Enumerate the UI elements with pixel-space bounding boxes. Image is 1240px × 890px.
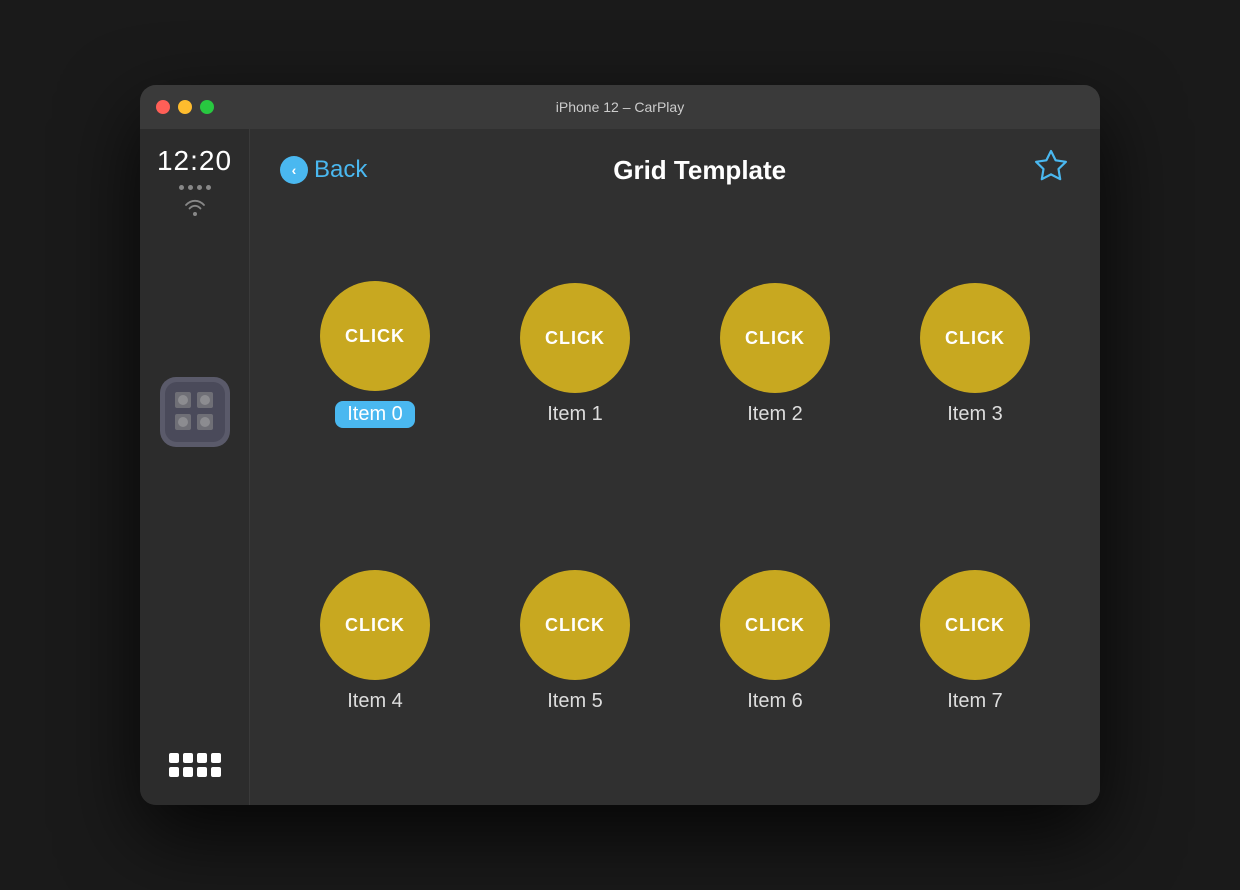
- grid-item-0[interactable]: CLICK Item 0: [280, 221, 470, 488]
- traffic-lights: [156, 100, 214, 114]
- back-chevron-icon: ‹: [280, 156, 308, 184]
- home-grid-icon[interactable]: [169, 753, 221, 789]
- signal-dot-2: [188, 185, 193, 190]
- signal-dots: [179, 185, 211, 190]
- item-label-5: Item 5: [547, 690, 603, 713]
- header: ‹ Back Grid Template: [280, 149, 1070, 191]
- window-body: 12:20: [140, 129, 1100, 805]
- click-label-7: CLICK: [945, 615, 1005, 636]
- sidebar-status-icons: [179, 185, 211, 216]
- item-label-1: Item 1: [547, 403, 603, 426]
- sidebar-time: 12:20: [157, 145, 232, 177]
- item-label-2: Item 2: [747, 403, 803, 426]
- click-label-6: CLICK: [745, 615, 805, 636]
- minimize-button[interactable]: [178, 100, 192, 114]
- click-circle-7[interactable]: CLICK: [920, 570, 1030, 680]
- click-label-5: CLICK: [545, 615, 605, 636]
- click-label-4: CLICK: [345, 615, 405, 636]
- titlebar: iPhone 12 – CarPlay: [140, 85, 1100, 129]
- item-label-7: Item 7: [947, 690, 1003, 713]
- item-label-4: Item 4: [347, 690, 403, 713]
- grid-dot: [169, 767, 179, 777]
- window-title: iPhone 12 – CarPlay: [556, 99, 684, 115]
- signal-dot-1: [179, 185, 184, 190]
- grid-dot: [197, 753, 207, 763]
- grid-dot: [169, 753, 179, 763]
- grid-item-4[interactable]: CLICK Item 4: [280, 508, 470, 775]
- grid-item-1[interactable]: CLICK Item 1: [480, 221, 670, 488]
- items-grid: CLICK Item 0 CLICK Item 1 CLICK Ite: [280, 221, 1070, 775]
- item-label-0: Item 0: [335, 401, 415, 428]
- click-circle-1[interactable]: CLICK: [520, 283, 630, 393]
- grid-dot: [183, 753, 193, 763]
- grid-dot: [197, 767, 207, 777]
- grid-item-2[interactable]: CLICK Item 2: [680, 221, 870, 488]
- grid-dots-icon: [169, 753, 221, 777]
- click-label-1: CLICK: [545, 328, 605, 349]
- click-circle-6[interactable]: CLICK: [720, 570, 830, 680]
- carplay-app-icon[interactable]: [160, 377, 230, 447]
- click-circle-5[interactable]: CLICK: [520, 570, 630, 680]
- click-circle-2[interactable]: CLICK: [720, 283, 830, 393]
- grid-item-6[interactable]: CLICK Item 6: [680, 508, 870, 775]
- grid-dot: [183, 767, 193, 777]
- star-icon[interactable]: [1032, 149, 1070, 191]
- simulator-window: iPhone 12 – CarPlay 12:20: [140, 85, 1100, 805]
- item-label-3: Item 3: [947, 403, 1003, 426]
- click-label-3: CLICK: [945, 328, 1005, 349]
- grid-item-7[interactable]: CLICK Item 7: [880, 508, 1070, 775]
- page-title: Grid Template: [613, 155, 786, 186]
- back-label: Back: [314, 156, 367, 184]
- click-circle-0[interactable]: CLICK: [320, 281, 430, 391]
- grid-item-3[interactable]: CLICK Item 3: [880, 221, 1070, 488]
- grid-dot: [211, 753, 221, 763]
- maximize-button[interactable]: [200, 100, 214, 114]
- signal-dot-4: [206, 185, 211, 190]
- signal-dot-3: [197, 185, 202, 190]
- grid-item-5[interactable]: CLICK Item 5: [480, 508, 670, 775]
- item-label-6: Item 6: [747, 690, 803, 713]
- main-content: ‹ Back Grid Template CLICK Item 0: [250, 129, 1100, 805]
- close-button[interactable]: [156, 100, 170, 114]
- sidebar: 12:20: [140, 129, 250, 805]
- back-button[interactable]: ‹ Back: [280, 156, 367, 184]
- click-label-0: CLICK: [345, 326, 405, 347]
- wifi-icon: [183, 198, 207, 216]
- click-label-2: CLICK: [745, 328, 805, 349]
- grid-dot: [211, 767, 221, 777]
- click-circle-3[interactable]: CLICK: [920, 283, 1030, 393]
- click-circle-4[interactable]: CLICK: [320, 570, 430, 680]
